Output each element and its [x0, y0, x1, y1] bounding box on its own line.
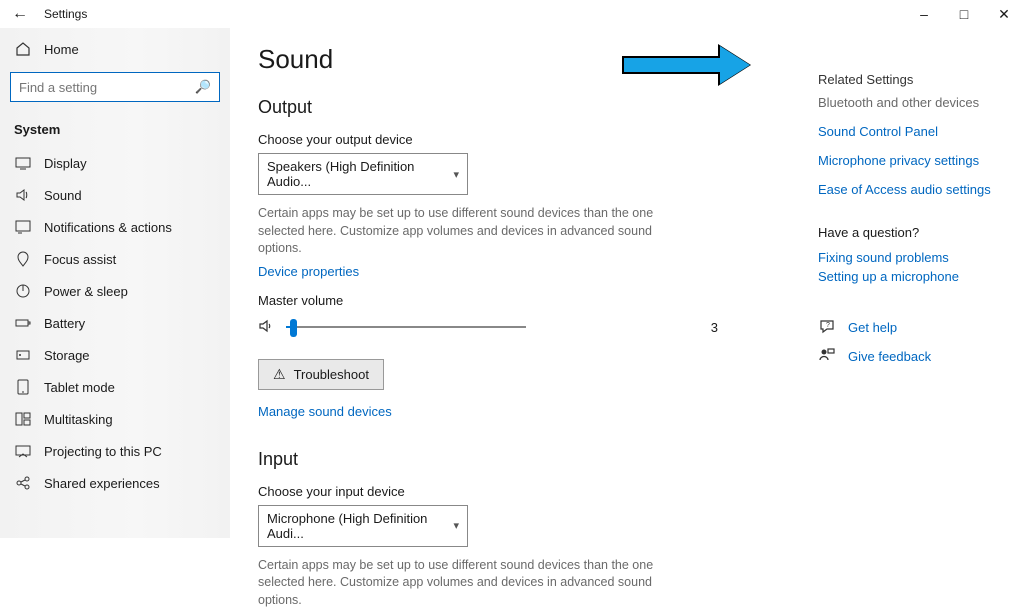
get-help-link[interactable]: ? Get help — [818, 318, 996, 337]
troubleshoot-label: Troubleshoot — [294, 367, 369, 382]
input-device-value: Microphone (High Definition Audi... — [267, 511, 453, 541]
minimize-button[interactable]: – — [904, 6, 944, 22]
sidebar: Home 🔍 System Display Sound Notification… — [0, 28, 230, 538]
search-input[interactable] — [19, 80, 195, 95]
sidebar-item-display[interactable]: Display — [0, 147, 230, 179]
nav-label: Shared experiences — [44, 476, 160, 491]
input-choose-label: Choose your input device — [258, 484, 728, 499]
sidebar-item-shared[interactable]: Shared experiences — [0, 467, 230, 499]
svg-text:?: ? — [826, 322, 830, 329]
input-heading: Input — [258, 449, 728, 470]
focus-icon — [14, 251, 32, 267]
nav-label: Multitasking — [44, 412, 113, 427]
input-device-select[interactable]: Microphone (High Definition Audi... ▾ — [258, 505, 468, 547]
output-device-select[interactable]: Speakers (High Definition Audio... ▾ — [258, 153, 468, 195]
nav-label: Sound — [44, 188, 82, 203]
sidebar-item-notifications[interactable]: Notifications & actions — [0, 211, 230, 243]
nav-label: Battery — [44, 316, 85, 331]
output-choose-label: Choose your output device — [258, 132, 728, 147]
input-desc: Certain apps may be set up to use differ… — [258, 557, 688, 609]
volume-slider-thumb[interactable] — [290, 319, 297, 337]
search-icon: 🔍 — [195, 79, 211, 95]
sidebar-item-sound[interactable]: Sound — [0, 179, 230, 211]
arrow-annotation — [622, 48, 762, 82]
sidebar-item-focus-assist[interactable]: Focus assist — [0, 243, 230, 275]
nav-label: Power & sleep — [44, 284, 128, 299]
nav-label: Storage — [44, 348, 90, 363]
sidebar-section-label: System — [0, 116, 230, 147]
shared-icon — [14, 475, 32, 491]
tablet-icon — [14, 379, 32, 395]
related-link-sound-control[interactable]: Sound Control Panel — [818, 124, 996, 139]
nav-label: Focus assist — [44, 252, 116, 267]
nav-label: Tablet mode — [44, 380, 115, 395]
home-icon — [14, 41, 32, 57]
feedback-icon — [818, 347, 836, 366]
warning-icon: ⚠ — [273, 366, 286, 383]
sidebar-item-multitasking[interactable]: Multitasking — [0, 403, 230, 435]
multitasking-icon — [14, 411, 32, 427]
related-link-mic-privacy[interactable]: Microphone privacy settings — [818, 153, 996, 168]
sidebar-item-battery[interactable]: Battery — [0, 307, 230, 339]
chevron-down-icon: ▾ — [453, 519, 459, 532]
main-panel: Sound Output Choose your output device S… — [230, 28, 1024, 538]
related-sub[interactable]: Bluetooth and other devices — [818, 95, 996, 110]
volume-icon — [258, 318, 274, 337]
q-link-mic-setup[interactable]: Setting up a microphone — [818, 269, 996, 284]
troubleshoot-button[interactable]: ⚠ Troubleshoot — [258, 359, 384, 390]
master-volume-label: Master volume — [258, 293, 728, 308]
sidebar-item-power[interactable]: Power & sleep — [0, 275, 230, 307]
notifications-icon — [14, 219, 32, 235]
volume-slider[interactable] — [286, 326, 526, 328]
sidebar-item-storage[interactable]: Storage — [0, 339, 230, 371]
related-panel: Related Settings Bluetooth and other dev… — [728, 44, 996, 522]
power-icon — [14, 283, 32, 299]
titlebar: ← Settings – □ ✕ — [0, 0, 1024, 28]
output-desc: Certain apps may be set up to use differ… — [258, 205, 688, 258]
q-link-fixing[interactable]: Fixing sound problems — [818, 250, 996, 265]
maximize-button[interactable]: □ — [944, 6, 984, 22]
chevron-down-icon: ▾ — [453, 168, 459, 181]
related-heading: Related Settings — [818, 72, 996, 87]
sidebar-item-projecting[interactable]: Projecting to this PC — [0, 435, 230, 467]
search-input-wrap[interactable]: 🔍 — [10, 72, 220, 102]
nav-label: Notifications & actions — [44, 220, 172, 235]
storage-icon — [14, 347, 32, 363]
close-button[interactable]: ✕ — [984, 6, 1024, 23]
display-icon — [14, 155, 32, 171]
projecting-icon — [14, 443, 32, 459]
battery-icon — [14, 315, 32, 331]
give-feedback-link[interactable]: Give feedback — [818, 347, 996, 366]
nav-label: Projecting to this PC — [44, 444, 162, 459]
output-device-value: Speakers (High Definition Audio... — [267, 159, 453, 189]
home-label: Home — [44, 42, 79, 57]
volume-value: 3 — [698, 320, 728, 335]
sound-icon — [14, 187, 32, 203]
question-heading: Have a question? — [818, 225, 996, 240]
help-icon: ? — [818, 318, 836, 337]
device-properties-link[interactable]: Device properties — [258, 264, 728, 279]
related-link-ease-access[interactable]: Ease of Access audio settings — [818, 182, 996, 197]
give-feedback-label: Give feedback — [848, 349, 931, 364]
window-title: Settings — [40, 7, 87, 21]
manage-sound-link[interactable]: Manage sound devices — [258, 404, 728, 419]
get-help-label: Get help — [848, 320, 897, 335]
nav-label: Display — [44, 156, 87, 171]
back-button[interactable]: ← — [0, 5, 40, 23]
sidebar-home[interactable]: Home — [0, 34, 230, 64]
sidebar-item-tablet[interactable]: Tablet mode — [0, 371, 230, 403]
output-heading: Output — [258, 97, 728, 118]
